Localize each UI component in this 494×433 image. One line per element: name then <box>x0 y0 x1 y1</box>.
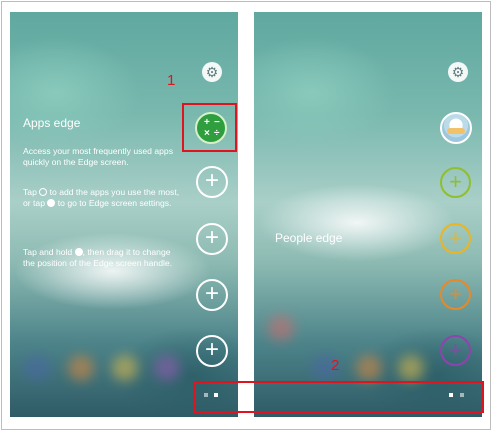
apps-edge-title: Apps edge <box>23 116 81 130</box>
contact-avatar-icon[interactable] <box>440 112 472 144</box>
people-edge-title: People edge <box>275 231 343 245</box>
add-contact-button[interactable]: + <box>440 279 471 310</box>
add-contact-button[interactable]: + <box>440 223 471 254</box>
people-edge-panel: ⚙ People edge + + + + <box>254 12 482 417</box>
apps-edge-add-instructions: Tap to add the apps you use the most, or… <box>23 187 183 209</box>
instruction-tap-text: Tap <box>23 187 37 197</box>
add-app-button[interactable]: + <box>196 166 228 198</box>
apps-edge-description: Access your most frequently used apps qu… <box>23 146 173 167</box>
callout-number-1: 1 <box>167 72 176 89</box>
gear-icon[interactable]: ⚙ <box>448 62 468 82</box>
apps-edge-drag-instructions: Tap and hold , then drag it to change th… <box>23 247 183 269</box>
handle-circle-icon <box>74 248 83 256</box>
highlight-box-page-indicators <box>193 381 484 413</box>
add-contact-button[interactable]: + <box>440 167 471 198</box>
add-app-button[interactable]: + <box>196 279 228 311</box>
home-dock-blur <box>24 355 184 385</box>
callout-number-2: 2 <box>331 357 340 374</box>
add-contact-button[interactable]: + <box>440 335 471 366</box>
add-app-button[interactable]: + <box>196 223 228 255</box>
apps-edge-panel: ⚙ Apps edge Access your most frequently … <box>10 12 238 417</box>
instruction-settings-text: to go to Edge screen settings. <box>57 198 172 208</box>
highlight-box-calculator <box>182 103 237 152</box>
instruction-hold-text: Tap and hold <box>23 247 73 257</box>
gear-icon[interactable]: ⚙ <box>202 62 222 82</box>
add-app-button[interactable]: + <box>196 335 228 367</box>
add-circle-icon <box>39 188 48 196</box>
settings-circle-icon <box>47 199 56 207</box>
